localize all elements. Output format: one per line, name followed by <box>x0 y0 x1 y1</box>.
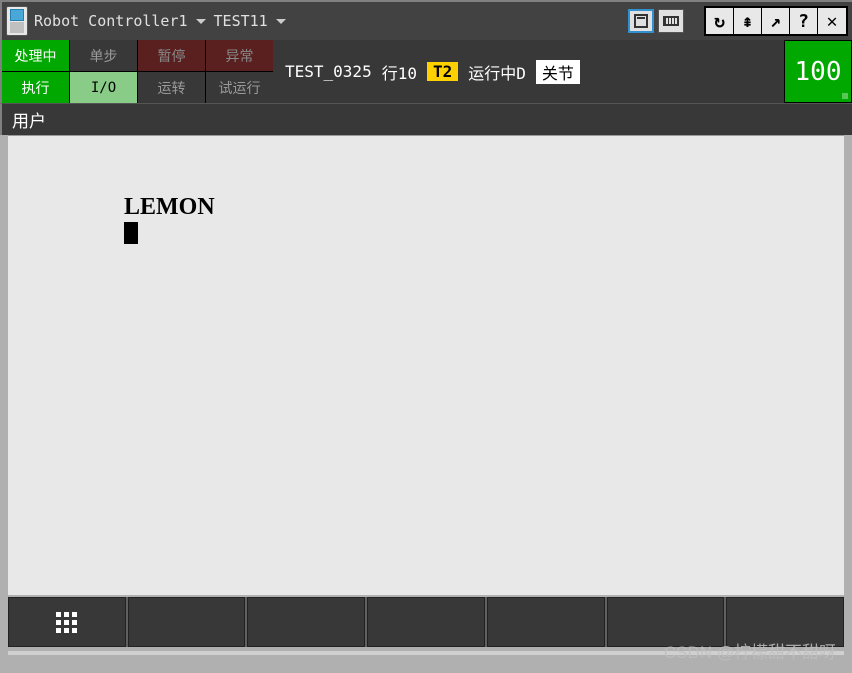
speed-indicator[interactable]: 100 <box>784 40 852 103</box>
screen-mode-button[interactable] <box>628 9 654 33</box>
export-button[interactable]: ↗ <box>762 8 790 34</box>
grid-icon <box>56 612 77 633</box>
close-icon: ✕ <box>827 11 838 32</box>
controller-name: Robot Controller1 <box>34 12 188 30</box>
keyboard-mode-button[interactable] <box>658 9 684 33</box>
status-testrun[interactable]: 试运行 <box>206 72 273 103</box>
fkey-f4[interactable] <box>487 597 605 647</box>
chevron-down-icon[interactable] <box>196 19 206 24</box>
fkey-f6[interactable] <box>726 597 844 647</box>
function-key-bar <box>8 597 844 647</box>
fkey-f1[interactable] <box>128 597 246 647</box>
title-bar: Robot Controller1 TEST11 ↻ ⇞ ↗ ? ✕ <box>0 0 852 40</box>
chevron-down-icon[interactable] <box>276 19 286 24</box>
refresh-icon: ↻ <box>714 11 725 32</box>
close-button[interactable]: ✕ <box>818 8 846 34</box>
mode-badge: T2 <box>427 62 458 81</box>
display-text: LEMON <box>124 194 215 221</box>
status-row: 处理中 单步 暂停 异常 执行 I/O 运转 试运行 TEST_0325 行10… <box>0 40 852 103</box>
status-pause[interactable]: 暂停 <box>138 40 205 71</box>
collapse-icon: ⇞ <box>742 11 753 32</box>
system-buttons: ↻ ⇞ ↗ ? ✕ <box>704 6 848 36</box>
status-grid: 处理中 单步 暂停 异常 执行 I/O 运转 试运行 <box>2 40 273 103</box>
refresh-button[interactable]: ↻ <box>706 8 734 34</box>
status-processing[interactable]: 处理中 <box>2 40 69 71</box>
title-text[interactable]: Robot Controller1 TEST11 <box>34 12 290 30</box>
keyboard-icon <box>663 16 679 26</box>
program-label: TEST_0325 <box>285 62 372 81</box>
program-name: TEST11 <box>214 12 268 30</box>
panel-title: 用户 <box>0 103 852 135</box>
bottom-divider <box>8 651 844 655</box>
running-label: 运行中D <box>468 60 526 84</box>
help-button[interactable]: ? <box>790 8 818 34</box>
screen-icon <box>634 14 648 28</box>
info-bar: TEST_0325 行10 T2 运行中D 关节 <box>273 40 784 103</box>
status-abnormal[interactable]: 异常 <box>206 40 273 71</box>
line-label: 行10 <box>382 60 417 84</box>
collapse-button[interactable]: ⇞ <box>734 8 762 34</box>
menu-button[interactable] <box>8 597 126 647</box>
fkey-f3[interactable] <box>367 597 485 647</box>
status-execute[interactable]: 执行 <box>2 72 69 103</box>
work-area: LEMON <box>8 135 844 595</box>
status-io[interactable]: I/O <box>70 72 137 103</box>
view-toggle-group <box>628 9 684 33</box>
fkey-f2[interactable] <box>247 597 365 647</box>
cursor-icon <box>124 222 138 244</box>
coord-badge: 关节 <box>536 60 580 84</box>
status-step[interactable]: 单步 <box>70 40 137 71</box>
speed-value: 100 <box>795 57 842 87</box>
status-run[interactable]: 运转 <box>138 72 205 103</box>
pendant-icon <box>6 6 28 36</box>
help-icon: ? <box>798 11 809 32</box>
export-icon: ↗ <box>770 11 781 32</box>
fkey-f5[interactable] <box>607 597 725 647</box>
